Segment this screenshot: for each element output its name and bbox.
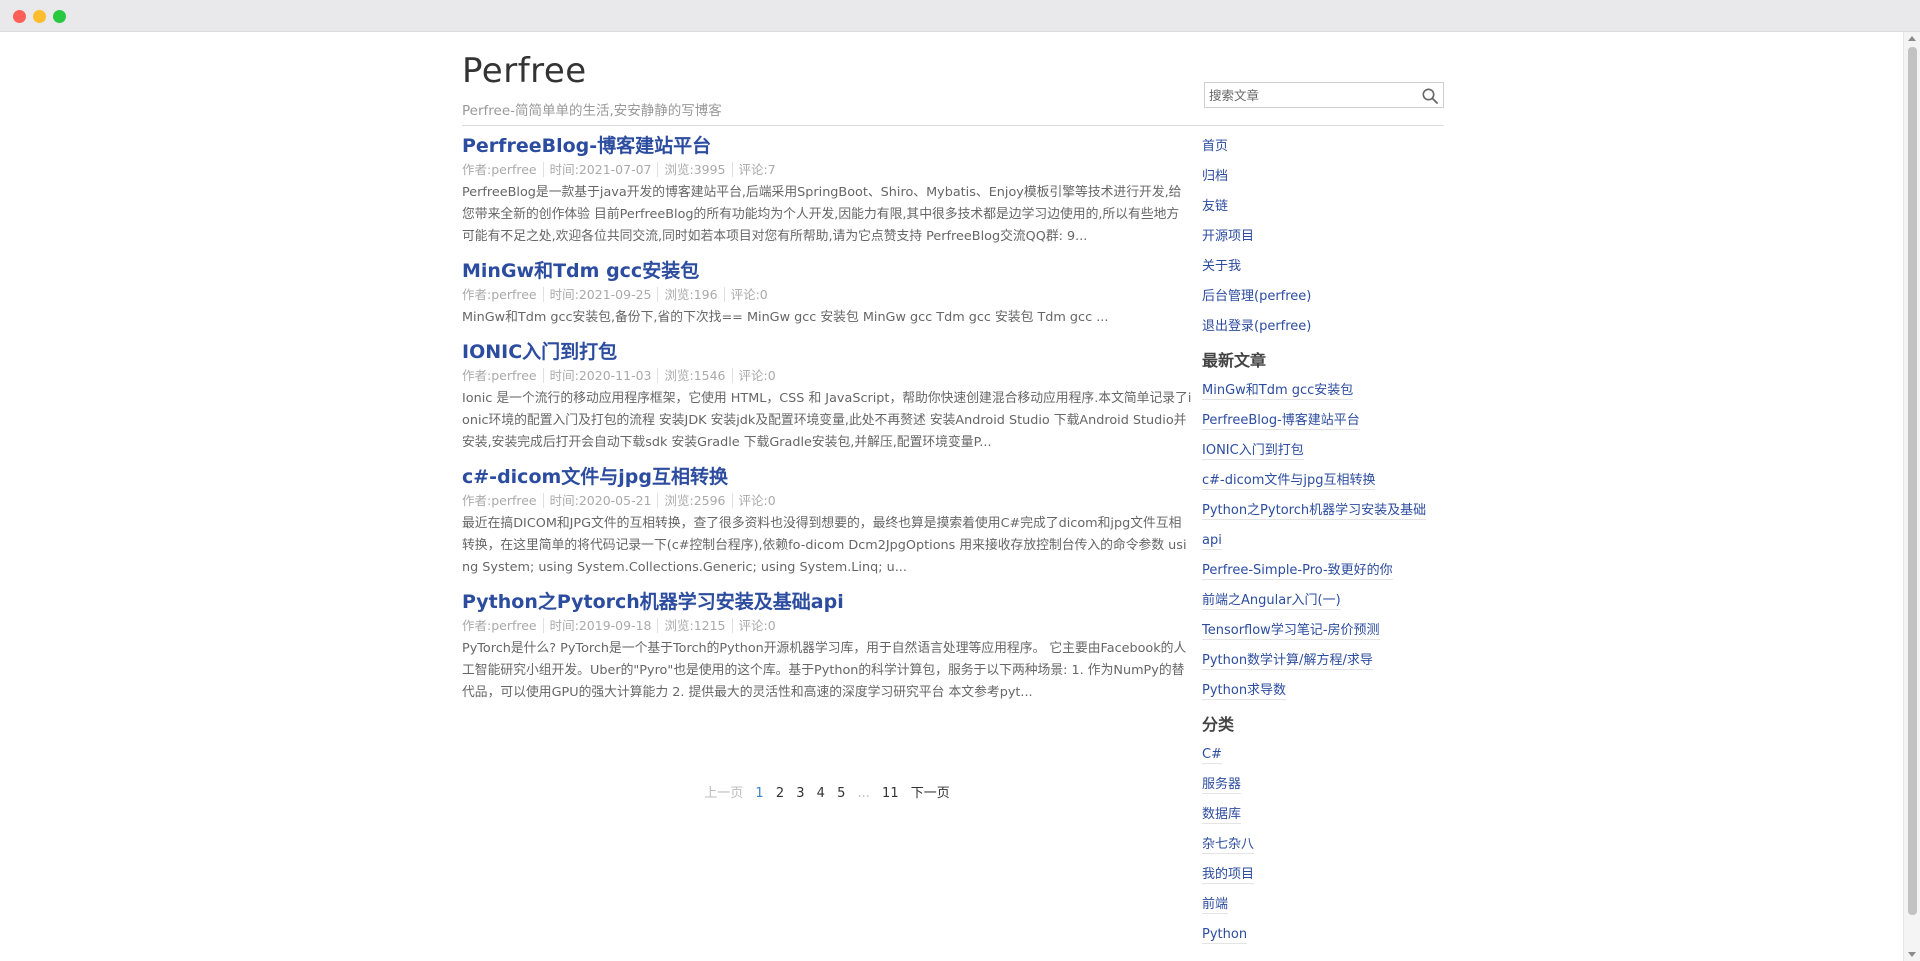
page-scrollbar[interactable] — [1903, 32, 1920, 961]
minimize-window-button[interactable] — [33, 10, 46, 23]
post-views: 浏览:2596 — [658, 493, 733, 508]
post-excerpt: PyTorch是什么? PyTorch是一个基于Torch的Python开源机器… — [462, 641, 1187, 700]
pagination-page-1[interactable]: 1 — [751, 784, 767, 804]
post-title-link[interactable]: IONIC入门到打包 — [462, 338, 1192, 366]
maximize-window-button[interactable] — [53, 10, 66, 23]
post-meta: 作者:perfree 时间:2021-09-25 浏览:196 评论:0 — [462, 285, 1192, 305]
nav-link-archive[interactable]: 归档 — [1202, 162, 1444, 192]
latest-posts-list: MinGw和Tdm gcc安装包 PerfreeBlog-博客建站平台 IONI… — [1202, 376, 1444, 706]
category-link[interactable]: 杂七杂八 — [1202, 830, 1444, 860]
post-comments: 评论:7 — [738, 162, 776, 177]
post-time: 时间:2020-11-03 — [543, 368, 659, 383]
post-time: 时间:2021-07-07 — [543, 162, 659, 177]
search-box — [1204, 82, 1444, 108]
pagination-next[interactable]: 下一页 — [907, 784, 954, 804]
post-views: 浏览:1546 — [658, 368, 733, 383]
close-window-button[interactable] — [13, 10, 26, 23]
categories-list: C# 服务器 数据库 杂七杂八 我的项目 前端 Python — [1202, 740, 1444, 950]
category-link[interactable]: C# — [1202, 740, 1444, 770]
latest-post-link[interactable]: c#-dicom文件与jpg互相转换 — [1202, 466, 1444, 496]
post-excerpt: PerfreeBlog是一款基于java开发的博客建站平台,后端采用Spring… — [462, 185, 1182, 244]
post-time: 时间:2019-09-18 — [543, 618, 659, 633]
post-comments: 评论:0 — [730, 287, 768, 302]
latest-post-link[interactable]: Python数学计算/解方程/求导 — [1202, 646, 1444, 676]
window-titlebar — [0, 0, 1920, 32]
post-comments: 评论:0 — [738, 618, 776, 633]
post-views: 浏览:1215 — [658, 618, 733, 633]
post-title-link[interactable]: c#-dicom文件与jpg互相转换 — [462, 463, 1192, 491]
pagination-prev: 上一页 — [704, 786, 744, 801]
pagination: 上一页 1 2 3 4 5 ... 11 下一页 — [462, 784, 1192, 804]
post-views: 浏览:3995 — [658, 162, 733, 177]
nav-link-admin[interactable]: 后台管理(perfree) — [1202, 282, 1444, 312]
latest-post-link[interactable]: 前端之Angular入门(一) — [1202, 586, 1444, 616]
post-title-link[interactable]: Python之Pytorch机器学习安装及基础api — [462, 588, 1192, 616]
nav-link-logout[interactable]: 退出登录(perfree) — [1202, 312, 1444, 342]
scroll-down-arrow-icon[interactable] — [1908, 952, 1916, 957]
post-author: 作者:perfree — [462, 493, 544, 508]
post-meta: 作者:perfree 时间:2021-07-07 浏览:3995 评论:7 — [462, 160, 1192, 180]
nav-link-about[interactable]: 关于我 — [1202, 252, 1444, 282]
category-link[interactable]: Python — [1202, 920, 1444, 950]
post-excerpt: Ionic 是一个流行的移动应用程序框架，它使用 HTML，CSS 和 Java… — [462, 391, 1192, 450]
nav-link-home[interactable]: 首页 — [1202, 132, 1444, 162]
search-icon[interactable] — [1421, 87, 1439, 105]
latest-post-link[interactable]: MinGw和Tdm gcc安装包 — [1202, 376, 1444, 406]
post-excerpt: MinGw和Tdm gcc安装包,备份下,省的下次找== MinGw gcc 安… — [462, 310, 1109, 325]
category-link[interactable]: 我的项目 — [1202, 860, 1444, 890]
pagination-ellipsis: ... — [857, 786, 870, 801]
post-comments: 评论:0 — [738, 493, 776, 508]
category-link[interactable]: 前端 — [1202, 890, 1444, 920]
scrollbar-thumb[interactable] — [1908, 47, 1917, 915]
post-author: 作者:perfree — [462, 618, 544, 633]
post-time: 时间:2021-09-25 — [543, 287, 659, 302]
nav-link-open-source[interactable]: 开源项目 — [1202, 222, 1444, 252]
pagination-page-4[interactable]: 4 — [813, 784, 829, 804]
category-link[interactable]: 数据库 — [1202, 800, 1444, 830]
latest-posts-heading: 最新文章 — [1202, 351, 1267, 370]
sidebar: 首页 归档 友链 开源项目 关于我 后台管理(perfree) 退出登录(per… — [1202, 132, 1444, 950]
site-subtitle: Perfree-简简单单的生活,安安静静的写博客 — [462, 103, 722, 119]
header-divider — [462, 125, 1444, 126]
post-list: PerfreeBlog-博客建站平台 作者:perfree 时间:2021-07-… — [462, 132, 1192, 713]
pagination-page-5[interactable]: 5 — [833, 784, 849, 804]
post-author: 作者:perfree — [462, 368, 544, 383]
latest-post-link[interactable]: Tensorflow学习笔记-房价预测 — [1202, 616, 1444, 646]
post-item: PerfreeBlog-博客建站平台 作者:perfree 时间:2021-07-… — [462, 132, 1192, 248]
post-author: 作者:perfree — [462, 162, 544, 177]
categories-heading: 分类 — [1202, 715, 1235, 734]
latest-post-link[interactable]: IONIC入门到打包 — [1202, 436, 1444, 466]
sidebar-nav: 首页 归档 友链 开源项目 关于我 后台管理(perfree) 退出登录(per… — [1202, 132, 1444, 342]
post-excerpt: 最近在搞DICOM和JPG文件的互相转换，查了很多资料也没得到想要的，最终也算是… — [462, 516, 1187, 575]
site-title[interactable]: Perfree — [462, 51, 587, 91]
post-item: IONIC入门到打包 作者:perfree 时间:2020-11-03 浏览:154… — [462, 338, 1192, 454]
latest-post-link[interactable]: api — [1202, 526, 1444, 556]
post-author: 作者:perfree — [462, 287, 544, 302]
post-comments: 评论:0 — [738, 368, 776, 383]
latest-post-link[interactable]: Python求导数 — [1202, 676, 1444, 706]
pagination-page-3[interactable]: 3 — [792, 784, 808, 804]
nav-link-friends[interactable]: 友链 — [1202, 192, 1444, 222]
category-link[interactable]: 服务器 — [1202, 770, 1444, 800]
post-title-link[interactable]: PerfreeBlog-博客建站平台 — [462, 132, 1192, 160]
pagination-page-last[interactable]: 11 — [878, 784, 903, 804]
post-item: MinGw和Tdm gcc安装包 作者:perfree 时间:2021-09-25… — [462, 257, 1192, 329]
scroll-up-arrow-icon[interactable] — [1908, 36, 1916, 41]
post-item: Python之Pytorch机器学习安装及基础api 作者:perfree 时间:… — [462, 588, 1192, 704]
search-input[interactable] — [1207, 85, 1412, 105]
post-meta: 作者:perfree 时间:2020-05-21 浏览:2596 评论:0 — [462, 491, 1192, 511]
post-item: c#-dicom文件与jpg互相转换 作者:perfree 时间:2020-05-… — [462, 463, 1192, 579]
pagination-page-2[interactable]: 2 — [772, 784, 788, 804]
post-time: 时间:2020-05-21 — [543, 493, 659, 508]
latest-post-link[interactable]: Perfree-Simple-Pro-致更好的你 — [1202, 556, 1444, 586]
latest-post-link[interactable]: PerfreeBlog-博客建站平台 — [1202, 406, 1444, 436]
post-meta: 作者:perfree 时间:2019-09-18 浏览:1215 评论:0 — [462, 616, 1192, 636]
post-title-link[interactable]: MinGw和Tdm gcc安装包 — [462, 257, 1192, 285]
post-views: 浏览:196 — [658, 287, 725, 302]
latest-post-link[interactable]: Python之Pytorch机器学习安装及基础 — [1202, 496, 1444, 526]
post-meta: 作者:perfree 时间:2020-11-03 浏览:1546 评论:0 — [462, 366, 1192, 386]
